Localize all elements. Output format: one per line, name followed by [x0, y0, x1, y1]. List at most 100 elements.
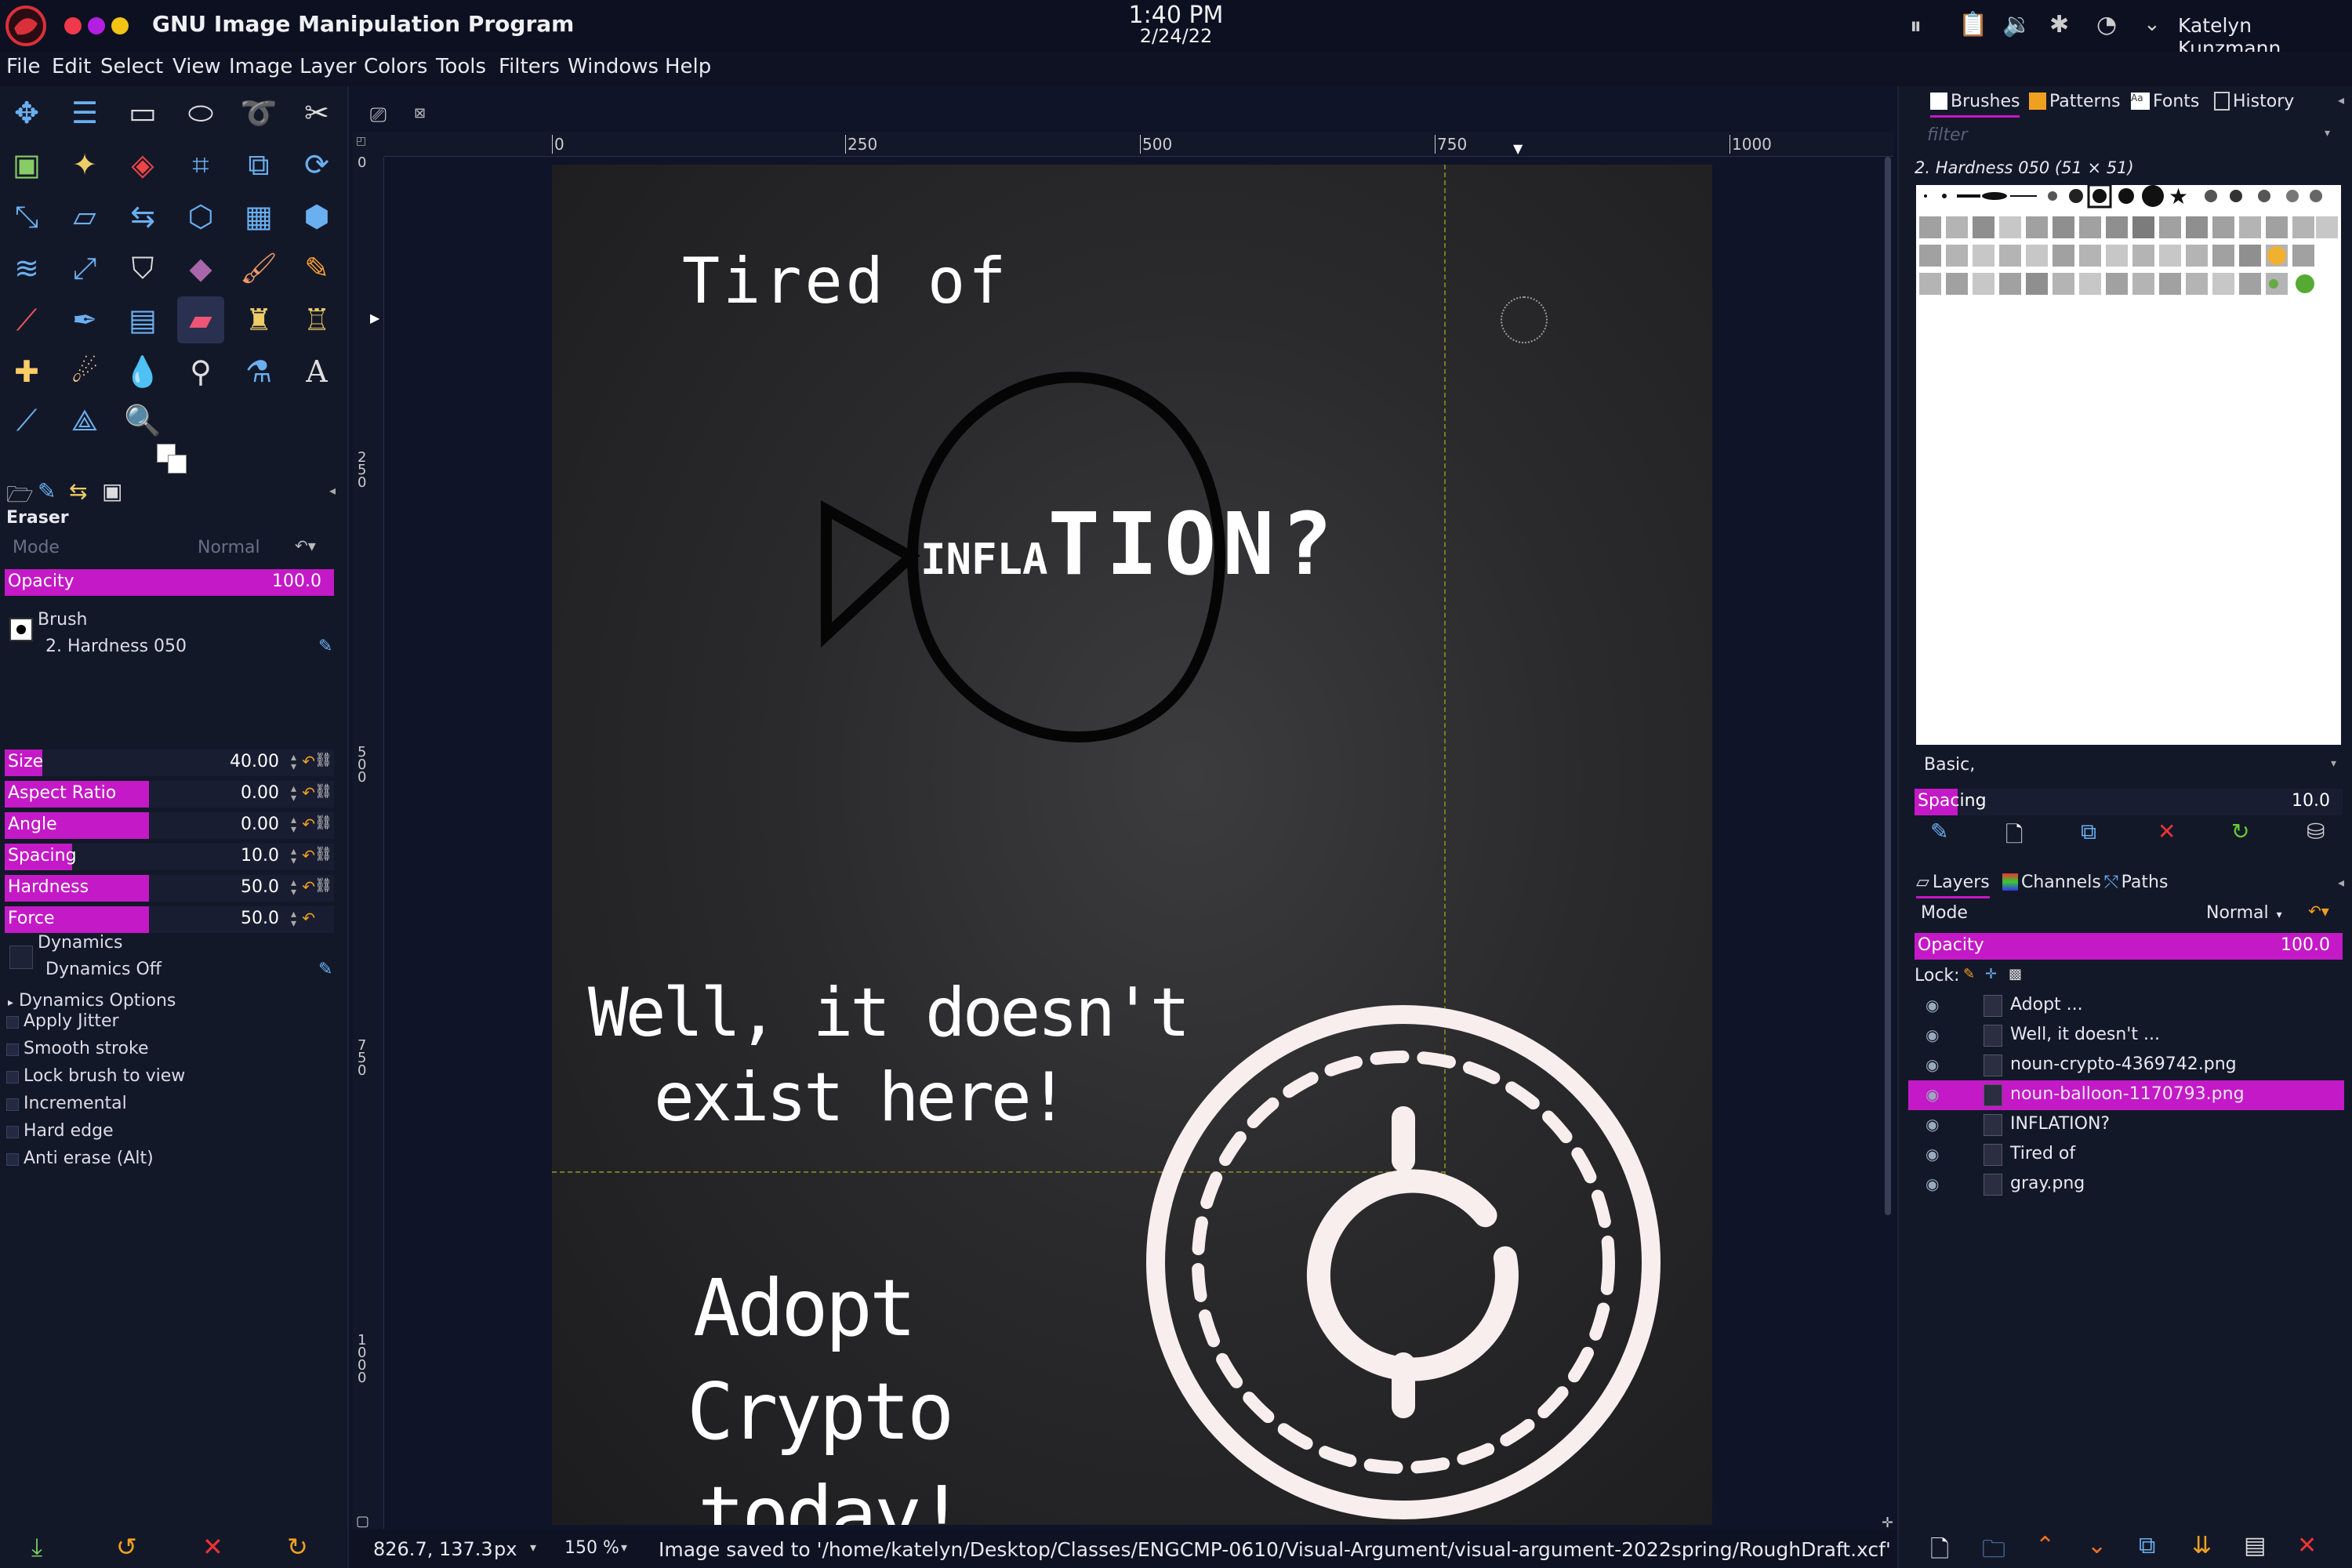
reset-icon[interactable]: ↶ [302, 909, 315, 927]
eraser-tool-icon[interactable]: ▰ [177, 296, 224, 343]
checkbox-smooth-stroke[interactable]: Smooth stroke [5, 1039, 148, 1064]
checkbox-incremental[interactable]: Incremental [5, 1094, 127, 1119]
mode-reset-icon[interactable]: ↶▾ [295, 536, 316, 555]
spin-arrows-icon[interactable]: ▴ ▾ [291, 846, 296, 866]
rect-select-icon[interactable]: ▭ [119, 89, 166, 136]
mypaint-brush-icon[interactable]: ▤ [119, 296, 166, 343]
unit-select[interactable]: px [494, 1538, 517, 1560]
volume-icon[interactable]: 🔉 [2002, 11, 2031, 38]
link-chain-icon[interactable]: ⛓ [314, 752, 332, 768]
menu-windows[interactable]: Windows [568, 55, 659, 78]
zoom-select[interactable]: 150 % [564, 1538, 619, 1558]
brush-preview[interactable] [9, 618, 33, 641]
blur-tool-icon[interactable]: 💧 [119, 348, 166, 395]
heal-tool-icon[interactable]: ✚ [3, 348, 50, 395]
paths-tool-icon[interactable]: ⤢ [61, 245, 108, 292]
spin-arrows-icon[interactable]: ▴ ▾ [291, 909, 296, 929]
refresh-brushes-icon[interactable]: ↻ [2231, 818, 2249, 844]
checkbox-box[interactable] [6, 1126, 19, 1138]
link-chain-icon[interactable]: ⛓ [314, 783, 332, 800]
perspective-tool-icon[interactable]: ⬡ [177, 193, 224, 240]
new-brush-icon[interactable]: 🗋 [2005, 818, 2024, 856]
brush-tag-field[interactable]: Basic, ▾ [1915, 751, 2343, 779]
brush-thumbnails[interactable]: ★ [1916, 183, 2341, 310]
align-tool-icon[interactable]: ☰ [61, 89, 108, 136]
tab-patterns[interactable]: Patterns [2029, 89, 2121, 111]
reset-icon[interactable]: ↶ [302, 877, 315, 896]
menu-help[interactable]: Help [665, 55, 711, 78]
ellipse-select-icon[interactable]: ⬭ [177, 89, 224, 136]
ruler-corner[interactable]: ◰ [353, 132, 384, 157]
unified-transform-icon[interactable]: ⧉ [235, 141, 282, 188]
reset-icon[interactable]: ↶ [302, 846, 315, 865]
layer-opacity-slider[interactable]: Opacity 100.0 [1915, 933, 2343, 960]
spin-arrows-icon[interactable]: ▴ ▾ [291, 783, 296, 804]
brush-tag-dropdown-icon[interactable]: ▾ [2331, 757, 2336, 770]
new-layer-icon[interactable]: 🗋 [1930, 1532, 1949, 1568]
navigate-icon[interactable]: ✛ [1882, 1515, 1893, 1531]
menu-image[interactable]: Image [229, 55, 292, 78]
checkbox-lock-brush-to-view[interactable]: Lock brush to view [5, 1066, 185, 1091]
chevron-down-icon[interactable]: ⌄ [2143, 13, 2161, 36]
checkbox-box[interactable] [6, 1016, 19, 1029]
link-chain-icon[interactable]: ⛓ [314, 846, 332, 862]
slider-hardness[interactable]: Hardness 50.0 ▴ ▾ ↶ ⛓ [5, 875, 334, 902]
cage-tool-icon[interactable]: ▦ [235, 193, 282, 240]
edit-brush-icon[interactable]: ✎ [1930, 818, 1948, 844]
vertical-scrollbar[interactable] [1885, 157, 1891, 1215]
checkbox-anti-erase-alt[interactable]: Anti erase (Alt) [5, 1149, 154, 1174]
brush-edit-icon[interactable]: ✎ [318, 637, 332, 656]
menu-filters[interactable]: Filters [499, 55, 560, 78]
dynamics-edit-icon[interactable]: ✎ [318, 960, 332, 979]
eye-visibility-icon[interactable]: ◉ [1926, 1055, 1939, 1074]
bluetooth-icon[interactable]: ✱ [2049, 11, 2069, 38]
lower-layer-icon[interactable]: ⌄ [2087, 1532, 2107, 1559]
raise-layer-icon[interactable]: ⌃ [2035, 1532, 2055, 1559]
eyedropper-icon[interactable]: ⟋ [3, 397, 50, 444]
checkbox-hard-edge[interactable]: Hard edge [5, 1121, 114, 1146]
menu-select[interactable]: Select [100, 55, 163, 78]
warp-tool-icon[interactable]: ≋ [3, 245, 50, 292]
rotate-tool-icon[interactable]: ⟳ [293, 141, 340, 188]
undo-history-tab-icon[interactable]: ⇆ [69, 478, 87, 504]
zoom-tool-icon[interactable]: 🔍 [119, 397, 166, 444]
window-maximize-dot[interactable] [111, 17, 129, 34]
reset-icon[interactable]: ↶ [302, 752, 315, 771]
layer-mode-select[interactable]: Normal ▾ [2206, 903, 2282, 923]
gradient-tool-icon[interactable]: ◆ [177, 245, 224, 292]
brush-grid[interactable]: ★ [1916, 183, 2341, 745]
wifi-icon[interactable]: ◔ [2096, 11, 2117, 38]
layer-row[interactable]: ◉ INFLATION? [1908, 1110, 2344, 1140]
panel-menu-icon[interactable]: ◂ [329, 483, 336, 498]
ruler-vertical[interactable]: 0 250 500 750 1000 ▶ [353, 156, 384, 1529]
layer-row[interactable]: ◉ gray.png [1908, 1170, 2344, 1200]
eye-visibility-icon[interactable]: ◉ [1926, 1174, 1939, 1193]
fg-select-icon[interactable]: ▣ [3, 141, 50, 188]
pause-icon[interactable]: ⏸ [1910, 13, 1922, 40]
menu-colors[interactable]: Colors [364, 55, 427, 78]
measure-tool-icon[interactable]: ⟁ [61, 397, 108, 444]
background-color-swatch[interactable] [168, 455, 187, 474]
spin-arrows-icon[interactable]: ▴ ▾ [291, 877, 296, 898]
scissors-select-icon[interactable]: ✂ [293, 89, 340, 136]
airbrush-tool-icon[interactable]: ⟋ [3, 296, 50, 343]
slider-spacing[interactable]: Spacing 10.0 ▴ ▾ ↶ ⛓ [5, 844, 334, 870]
layers-panel-menu-icon[interactable]: ◂ [2338, 875, 2344, 890]
tab-layers[interactable]: ▱ Layers [1916, 870, 1990, 898]
checkbox-box[interactable] [6, 1044, 19, 1056]
brushes-panel-menu-icon[interactable]: ◂ [2338, 93, 2344, 107]
dynamics-preview[interactable] [9, 946, 33, 969]
mode-select[interactable]: Normal [198, 538, 260, 557]
dynamics-field[interactable]: Dynamics Off [45, 960, 162, 979]
checkbox-apply-jitter[interactable]: Apply Jitter [5, 1011, 119, 1036]
window-close-dot[interactable] [64, 17, 82, 34]
layer-mask-icon[interactable]: ▤ [2244, 1532, 2266, 1559]
merge-down-icon[interactable]: ⇊ [2192, 1532, 2212, 1559]
brush-name-field[interactable]: 2. Hardness 050 [45, 637, 187, 656]
tab-brushes[interactable]: Brushes [1930, 89, 2020, 118]
duplicate-layer-icon[interactable]: ⧉ [2139, 1532, 2155, 1559]
checkbox-box[interactable] [6, 1098, 19, 1111]
delete-brush-icon[interactable]: ✕ [2158, 818, 2176, 844]
scale-tool-icon[interactable]: ⤡ [3, 193, 50, 240]
lock-alpha-icon[interactable]: ▩ [2009, 966, 2022, 982]
